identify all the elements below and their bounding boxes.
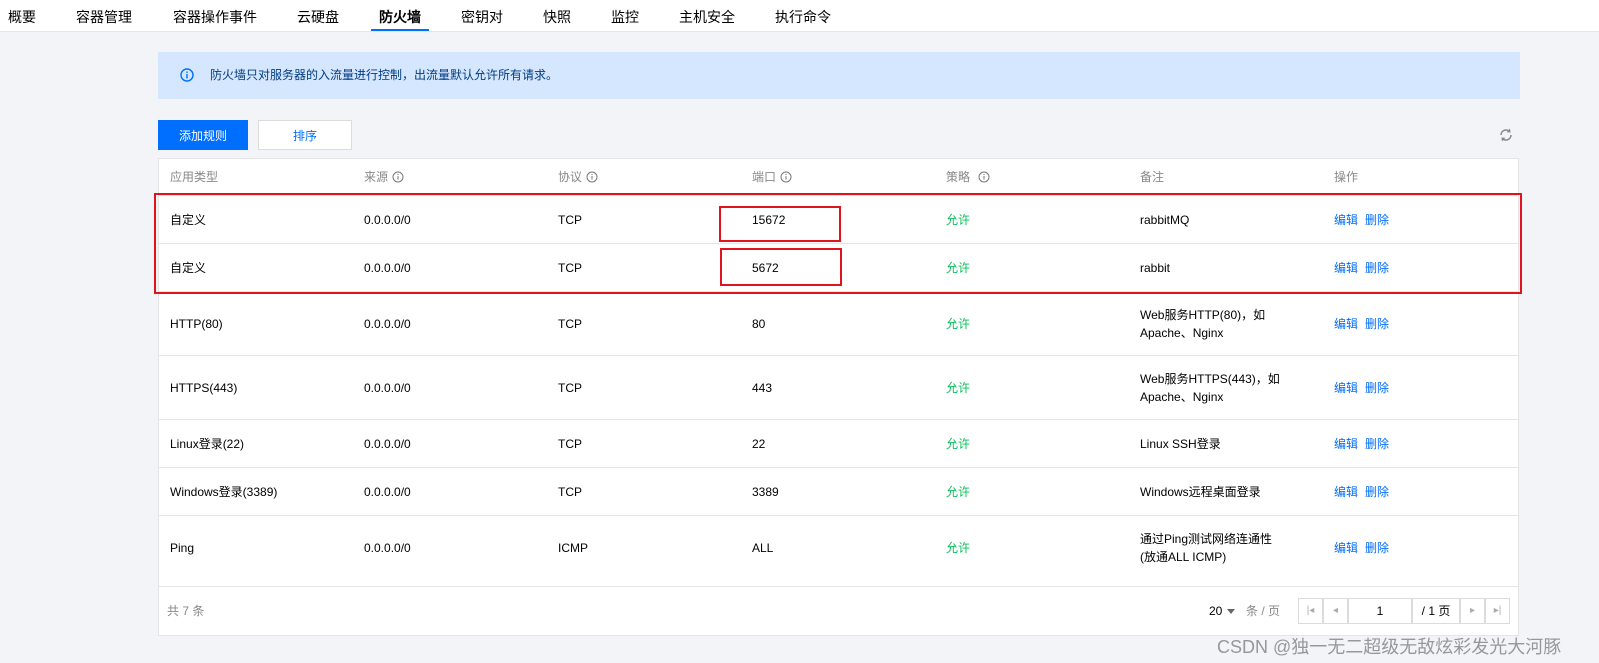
cell-source: 0.0.0.0/0 — [364, 540, 411, 555]
first-page-icon[interactable]: |◂ — [1298, 598, 1323, 624]
table-row: Windows登录(3389) 0.0.0.0/0 TCP 3389 允许 Wi… — [159, 467, 1518, 515]
cell-source: 0.0.0.0/0 — [364, 380, 411, 395]
table-row: Linux登录(22) 0.0.0.0/0 TCP 22 允许 Linux SS… — [159, 419, 1518, 467]
info-circle-icon[interactable] — [780, 171, 792, 183]
tab-firewall[interactable]: 防火墙 — [371, 0, 429, 31]
cell-app-type: Linux登录(22) — [170, 437, 245, 451]
cell-port: 80 — [752, 316, 766, 331]
delete-link[interactable]: 删除 — [1365, 315, 1389, 332]
tab-overview[interactable]: 概要 — [8, 0, 36, 31]
table-footer: 共 7 条 20 条 / 页 |◂ ◂ / 1 页 ▸ ▸| — [159, 586, 1518, 636]
tab-container-events[interactable]: 容器操作事件 — [173, 0, 257, 31]
cell-note: Web服务HTTPS(443)，如Apache、Nginx — [1140, 371, 1280, 404]
add-rule-button[interactable]: 添加规则 — [158, 120, 248, 150]
next-page-icon[interactable]: ▸ — [1460, 598, 1485, 624]
tab-snapshots[interactable]: 快照 — [543, 0, 571, 31]
total-count: 共 7 条 — [167, 604, 205, 618]
cell-port: 443 — [752, 380, 773, 395]
tab-host-security[interactable]: 主机安全 — [679, 0, 735, 31]
cell-actions: 编辑 删除 — [1334, 516, 1396, 579]
edit-link[interactable]: 编辑 — [1334, 483, 1358, 500]
cell-actions: 编辑 删除 — [1334, 292, 1396, 355]
tab-key-pairs[interactable]: 密钥对 — [461, 0, 503, 31]
cell-policy: 允许 — [946, 317, 971, 331]
table-row: HTTP(80) 0.0.0.0/0 TCP 80 允许 Web服务HTTP(8… — [159, 291, 1518, 355]
cell-protocol: TCP — [558, 316, 582, 331]
cell-policy: 允许 — [946, 437, 971, 451]
delete-link[interactable]: 删除 — [1365, 539, 1389, 556]
column-header-actions: 操作 — [1334, 170, 1359, 184]
last-page-icon[interactable]: ▸| — [1485, 598, 1510, 624]
watermark: CSDN @独一无二超级无敌炫彩发光大河豚 — [1217, 637, 1562, 657]
column-header-protocol: 协议 — [558, 159, 598, 195]
info-circle-icon[interactable] — [392, 171, 404, 183]
delete-link[interactable]: 删除 — [1365, 435, 1389, 452]
cell-port: 22 — [752, 436, 766, 451]
edit-link[interactable]: 编辑 — [1334, 379, 1358, 396]
page-number-input[interactable] — [1348, 598, 1412, 624]
column-header-app-type: 应用类型 — [170, 170, 219, 184]
cell-port: ALL — [752, 540, 774, 555]
cell-source: 0.0.0.0/0 — [364, 316, 411, 331]
total-pages: / 1 页 — [1412, 598, 1460, 624]
column-header-note: 备注 — [1140, 170, 1165, 184]
info-circle-icon[interactable] — [978, 171, 990, 183]
info-notice: 防火墙只对服务器的入流量进行控制，出流量默认允许所有请求。 — [158, 52, 1520, 99]
edit-link[interactable]: 编辑 — [1334, 435, 1358, 452]
cell-note: Linux SSH登录 — [1140, 436, 1221, 451]
cell-protocol: TCP — [558, 436, 582, 451]
chevron-down-icon — [1227, 609, 1236, 614]
tab-run-command[interactable]: 执行命令 — [775, 0, 831, 31]
cell-protocol: ICMP — [558, 540, 588, 555]
cell-app-type: Windows登录(3389) — [170, 485, 278, 499]
table-row: HTTPS(443) 0.0.0.0/0 TCP 443 允许 Web服务HTT… — [159, 355, 1518, 419]
column-header-port: 端口 — [752, 159, 792, 195]
delete-link[interactable]: 删除 — [1365, 483, 1389, 500]
cell-policy: 允许 — [946, 485, 971, 499]
notice-text: 防火墙只对服务器的入流量进行控制，出流量默认允许所有请求。 — [210, 68, 559, 82]
per-page-label: 条 / 页 — [1246, 604, 1281, 618]
cell-port: 3389 — [752, 484, 779, 499]
cell-policy: 允许 — [946, 381, 971, 395]
column-header-policy: 策略 — [946, 159, 990, 195]
table-header: 应用类型 来源 协议 端口 策略 备注 操作 — [159, 159, 1518, 195]
cell-source: 0.0.0.0/0 — [364, 484, 411, 499]
cell-app-type: Ping — [170, 540, 195, 555]
cell-actions: 编辑 删除 — [1334, 356, 1396, 419]
sort-button[interactable]: 排序 — [258, 120, 352, 150]
prev-page-icon[interactable]: ◂ — [1323, 598, 1348, 624]
edit-link[interactable]: 编辑 — [1334, 315, 1358, 332]
tab-cloud-disk[interactable]: 云硬盘 — [297, 0, 339, 31]
cell-app-type: HTTPS(443) — [170, 380, 238, 395]
highlight-port-box — [720, 248, 842, 286]
highlight-port-box — [719, 206, 841, 242]
refresh-icon[interactable] — [1497, 126, 1515, 144]
delete-link[interactable]: 删除 — [1365, 379, 1389, 396]
table-row: Ping 0.0.0.0/0 ICMP ALL 允许 通过Ping测试网络连通性… — [159, 515, 1518, 579]
cell-actions: 编辑 删除 — [1334, 420, 1396, 467]
cell-note: 通过Ping测试网络连通性(放通ALL ICMP) — [1140, 531, 1273, 564]
info-circle-icon[interactable] — [586, 171, 598, 183]
cell-app-type: HTTP(80) — [170, 316, 223, 331]
cell-protocol: TCP — [558, 484, 582, 499]
cell-note: Windows远程桌面登录 — [1140, 484, 1261, 499]
cell-note: Web服务HTTP(80)，如Apache、Nginx — [1140, 307, 1266, 340]
tab-container-management[interactable]: 容器管理 — [76, 0, 132, 31]
info-circle-icon — [180, 68, 194, 82]
cell-protocol: TCP — [558, 380, 582, 395]
page-size-select[interactable]: 20 — [1209, 587, 1236, 635]
cell-actions: 编辑 删除 — [1334, 468, 1396, 515]
tab-monitoring[interactable]: 监控 — [611, 0, 639, 31]
column-header-source: 来源 — [364, 159, 404, 195]
cell-policy: 允许 — [946, 541, 971, 555]
edit-link[interactable]: 编辑 — [1334, 539, 1358, 556]
top-nav: 概要 容器管理 容器操作事件 云硬盘 防火墙 密钥对 快照 监控 主机安全 执行… — [0, 0, 1599, 32]
cell-source: 0.0.0.0/0 — [364, 436, 411, 451]
